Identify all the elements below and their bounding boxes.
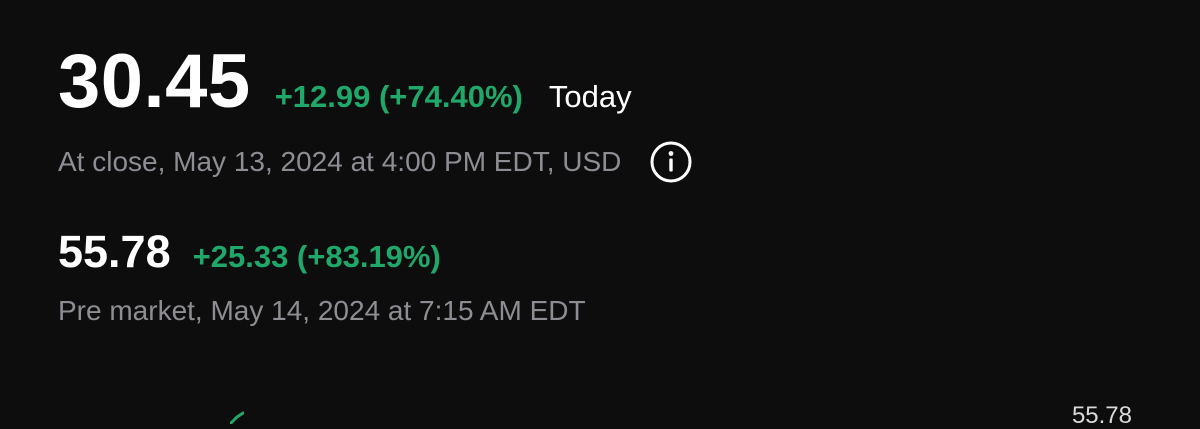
premarket-quote-row: 55.78 +25.33 (+83.19%)	[58, 229, 441, 274]
period-label: Today	[548, 79, 632, 114]
premarket-price: 55.78	[58, 226, 171, 277]
close-change: +12.99 (+74.40%)	[274, 79, 523, 114]
premarket-info-row: Pre market, May 14, 2024 at 7:15 AM EDT	[58, 297, 586, 325]
info-icon[interactable]	[649, 140, 693, 184]
premarket-change: +25.33 (+83.19%)	[192, 239, 441, 274]
premarket-timestamp: Pre market, May 14, 2024 at 7:15 AM EDT	[58, 295, 586, 326]
close-price: 30.45	[58, 39, 251, 124]
close-timestamp: At close, May 13, 2024 at 4:00 PM EDT, U…	[58, 146, 622, 177]
close-quote-row: 30.45 +12.99 (+74.40%) Today	[58, 44, 632, 120]
chart-line-fragment	[230, 411, 244, 424]
close-info-row: At close, May 13, 2024 at 4:00 PM EDT, U…	[58, 140, 693, 184]
quote-panel: 30.45 +12.99 (+74.40%) Today At close, M…	[0, 0, 1200, 428]
chart-last-value-label: 55.78	[1071, 402, 1132, 429]
